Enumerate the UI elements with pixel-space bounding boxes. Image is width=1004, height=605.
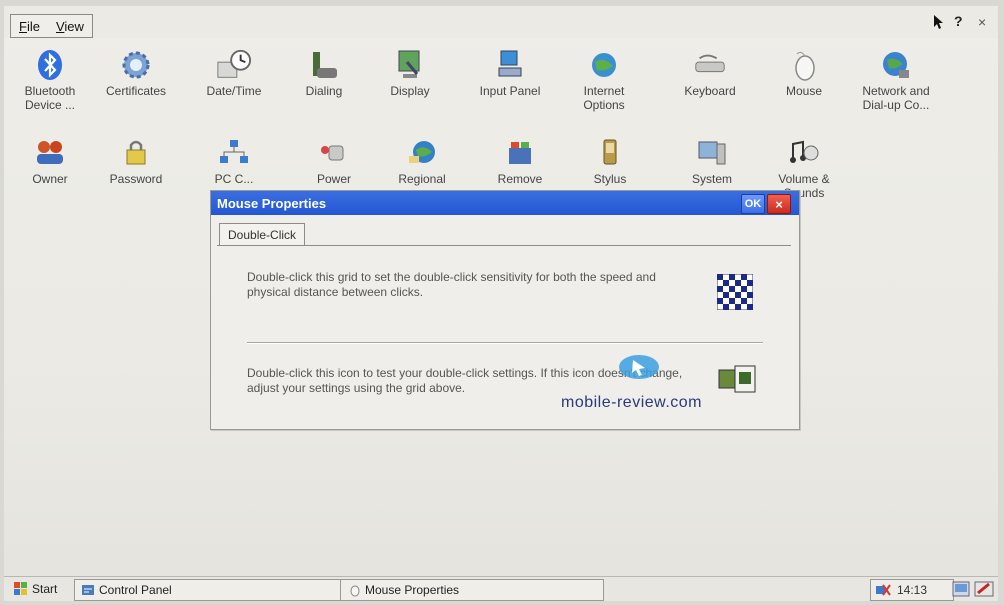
volume-sounds-icon	[786, 136, 822, 170]
double-click-test-icon[interactable]	[717, 362, 757, 398]
icon-label: Owner	[32, 172, 68, 186]
icon-label: PC C...	[214, 172, 254, 186]
ok-button[interactable]: OK	[741, 194, 765, 214]
pointer-help-icon	[934, 15, 943, 29]
owner-icon	[32, 136, 68, 170]
icon-label: System	[691, 172, 732, 186]
input-panel-tray-icon[interactable]	[974, 580, 994, 601]
help-icon[interactable]: ?	[932, 13, 963, 33]
tab-double-click[interactable]: Double-Click	[219, 223, 306, 246]
cpl-network[interactable]: Network and Dial-up Co...	[850, 48, 942, 112]
dialog-title: Mouse Properties	[217, 195, 327, 211]
control-panel-icon	[82, 585, 94, 595]
display-icon	[392, 48, 428, 82]
mouse-icon	[786, 48, 822, 82]
cpl-certificates[interactable]: Certificates	[96, 48, 176, 98]
task-control-panel[interactable]: Control Panel	[74, 579, 344, 601]
cpl-internet-options[interactable]: Internet Options	[564, 48, 644, 112]
icon-label: Dialing	[305, 84, 343, 98]
start-label: Start	[32, 582, 58, 596]
icon-label: Remove	[497, 172, 543, 186]
windows-flag-icon	[14, 582, 27, 595]
icon-label: Mouse	[785, 84, 823, 98]
icon-label: Display	[390, 84, 430, 98]
keyboard-icon	[692, 48, 728, 82]
mouse-small-icon	[350, 585, 360, 597]
remove-programs-icon	[502, 136, 538, 170]
help-label: ?	[954, 13, 963, 29]
cpl-input-panel[interactable]: Input Panel	[470, 48, 550, 98]
stylus-icon	[592, 136, 628, 170]
bluetooth-icon	[32, 48, 68, 82]
watermark: mobile-review.com	[561, 394, 702, 411]
grid-description: Double-click this grid to set the double…	[247, 270, 656, 299]
dialing-icon	[306, 48, 342, 82]
internet-options-icon	[586, 48, 622, 82]
separator	[247, 342, 763, 344]
mouse-properties-dialog: Mouse Properties OK × Double-Click Doubl…	[210, 190, 800, 430]
icon-label: Network and Dial-up Co...	[862, 84, 930, 112]
network-status-icon	[876, 584, 891, 596]
menu-file[interactable]: File	[11, 19, 48, 34]
task-mouse-properties[interactable]: Mouse Properties	[340, 579, 604, 601]
cpl-stylus[interactable]: Stylus	[570, 136, 650, 186]
cpl-regional[interactable]: Regional	[382, 136, 462, 186]
date-time-icon	[216, 48, 252, 82]
cpl-bluetooth[interactable]: Bluetooth Device ...	[10, 48, 90, 112]
task-label: Control Panel	[99, 583, 172, 597]
task-label: Mouse Properties	[365, 583, 460, 597]
screen: File View ? × Bluetooth Device ... Certi…	[4, 6, 998, 601]
power-icon	[316, 136, 352, 170]
stylus-cursor-icon	[617, 352, 663, 385]
icon-label: Keyboard	[684, 84, 736, 98]
icon-label: Password	[109, 172, 163, 186]
taskbar: Start Control Panel Mouse Properties 14:…	[4, 576, 998, 601]
input-panel-icon	[492, 48, 528, 82]
pc-connection-icon	[216, 136, 252, 170]
icon-label: Input Panel	[479, 84, 541, 98]
tab-panel: Double-click this grid to set the double…	[217, 245, 791, 422]
icon-label: Power	[316, 172, 351, 186]
system-icon	[694, 136, 730, 170]
cpl-owner[interactable]: Owner	[10, 136, 90, 186]
icon-label: Internet Options	[583, 84, 625, 112]
menu-view[interactable]: View	[48, 19, 92, 34]
start-button[interactable]: Start	[8, 579, 63, 599]
certificates-icon	[118, 48, 154, 82]
cpl-remove-programs[interactable]: Remove	[480, 136, 560, 186]
close-window-button[interactable]: ×	[978, 14, 986, 30]
desktop-icon[interactable]	[952, 580, 970, 601]
double-click-grid-icon[interactable]	[716, 273, 754, 311]
menu-group: File View	[10, 14, 93, 38]
cpl-system[interactable]: System	[672, 136, 752, 186]
clock[interactable]: 14:13	[897, 583, 927, 597]
network-icon	[878, 48, 914, 82]
cpl-display[interactable]: Display	[370, 48, 450, 98]
cpl-pc-connection[interactable]: PC C...	[194, 136, 274, 186]
icon-label: Stylus	[593, 172, 627, 186]
icon-label: Date/Time	[206, 84, 262, 98]
cpl-date-time[interactable]: Date/Time	[194, 48, 274, 98]
icon-label: Regional	[398, 172, 446, 186]
icon-label: Bluetooth Device ...	[24, 84, 76, 112]
cpl-dialing[interactable]: Dialing	[284, 48, 364, 98]
regional-icon	[404, 136, 440, 170]
cpl-keyboard[interactable]: Keyboard	[670, 48, 750, 98]
dialog-titlebar[interactable]: Mouse Properties OK ×	[211, 191, 799, 215]
dialog-close-button[interactable]: ×	[767, 194, 791, 214]
cpl-mouse[interactable]: Mouse	[764, 48, 844, 98]
menu-bar: File View ? ×	[4, 6, 998, 38]
cpl-password[interactable]: Password	[96, 136, 176, 186]
cpl-power[interactable]: Power	[294, 136, 374, 186]
system-tray: 14:13	[870, 579, 954, 601]
password-icon	[118, 136, 154, 170]
icon-label: Certificates	[105, 84, 167, 98]
